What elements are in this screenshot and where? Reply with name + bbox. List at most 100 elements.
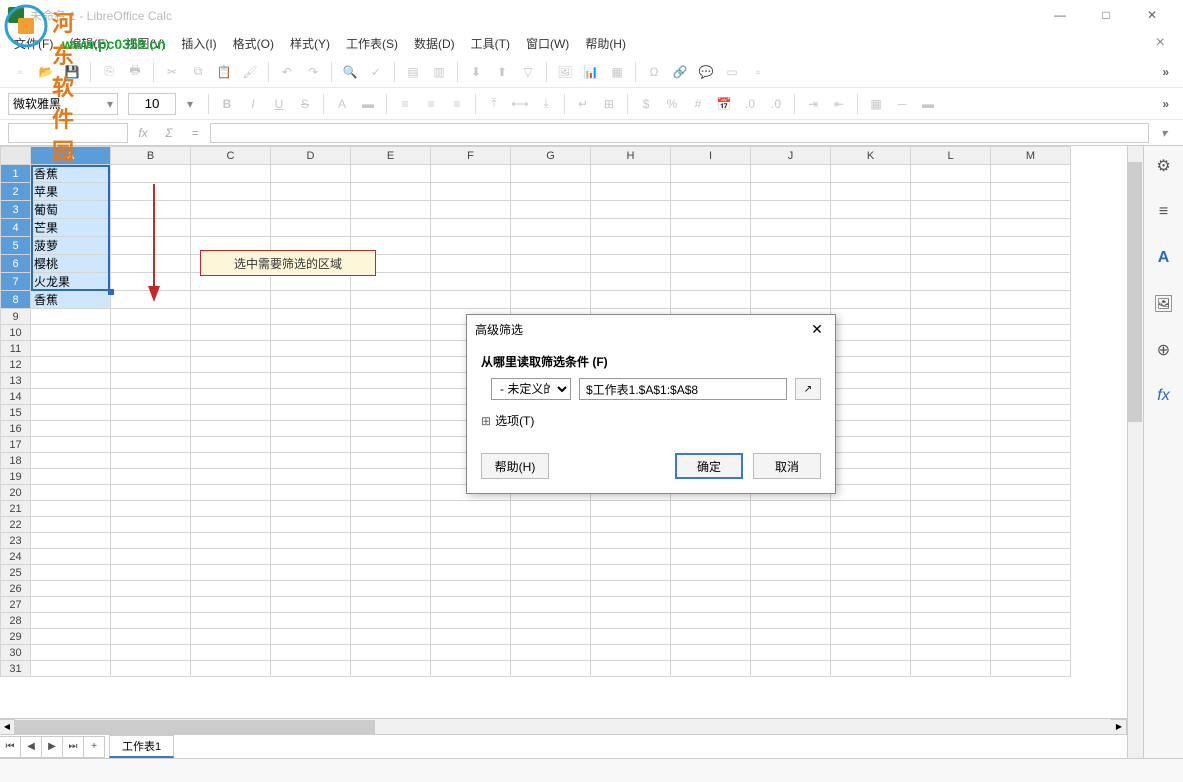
- cell[interactable]: [31, 405, 111, 421]
- define-print-icon[interactable]: ▫: [746, 60, 770, 84]
- cell[interactable]: [591, 565, 671, 581]
- sheet-tab[interactable]: 工作表1: [109, 735, 174, 758]
- row-header[interactable]: 20: [1, 485, 31, 501]
- find-icon[interactable]: 🔍: [338, 60, 362, 84]
- cell[interactable]: [191, 453, 271, 469]
- cell[interactable]: [671, 661, 751, 677]
- column-header[interactable]: K: [831, 147, 911, 165]
- cell[interactable]: [111, 325, 191, 341]
- cell[interactable]: [271, 453, 351, 469]
- cell[interactable]: [111, 629, 191, 645]
- cell[interactable]: [191, 165, 271, 183]
- copy-icon[interactable]: ⧉: [186, 60, 210, 84]
- border-color-icon[interactable]: ▬: [916, 92, 940, 116]
- cell[interactable]: [31, 661, 111, 677]
- cell[interactable]: [271, 581, 351, 597]
- cell[interactable]: [191, 219, 271, 237]
- cell[interactable]: [671, 613, 751, 629]
- cell[interactable]: [831, 237, 911, 255]
- toolbar-expand-icon[interactable]: »: [1156, 65, 1175, 79]
- cell[interactable]: [111, 549, 191, 565]
- cell[interactable]: 香蕉: [31, 165, 111, 183]
- cell[interactable]: [31, 629, 111, 645]
- cell[interactable]: [271, 421, 351, 437]
- cell[interactable]: [351, 357, 431, 373]
- cell[interactable]: [271, 565, 351, 581]
- row-header[interactable]: 28: [1, 613, 31, 629]
- cell[interactable]: [911, 629, 991, 645]
- row-header[interactable]: 8: [1, 291, 31, 309]
- cell[interactable]: [831, 405, 911, 421]
- cell[interactable]: [751, 613, 831, 629]
- cell[interactable]: [431, 517, 511, 533]
- cell[interactable]: [751, 629, 831, 645]
- font-name-input[interactable]: 微软雅黑▾: [8, 93, 118, 115]
- row-header[interactable]: 5: [1, 237, 31, 255]
- cell[interactable]: [831, 629, 911, 645]
- cell[interactable]: [271, 517, 351, 533]
- cell[interactable]: [671, 581, 751, 597]
- cell[interactable]: [911, 517, 991, 533]
- row-header[interactable]: 3: [1, 201, 31, 219]
- cell[interactable]: [271, 373, 351, 389]
- dialog-close-icon[interactable]: ✕: [807, 319, 827, 339]
- cell[interactable]: [991, 183, 1071, 201]
- cell[interactable]: [31, 533, 111, 549]
- menu-window[interactable]: 窗口(W): [518, 31, 577, 56]
- cell[interactable]: [671, 629, 751, 645]
- cell[interactable]: [831, 325, 911, 341]
- special-char-icon[interactable]: Ω: [642, 60, 666, 84]
- row-header[interactable]: 26: [1, 581, 31, 597]
- cell[interactable]: [991, 565, 1071, 581]
- cell[interactable]: [351, 501, 431, 517]
- cell[interactable]: [831, 183, 911, 201]
- cell[interactable]: [591, 645, 671, 661]
- row-header[interactable]: 16: [1, 421, 31, 437]
- ok-button[interactable]: 确定: [675, 453, 743, 479]
- cell[interactable]: [271, 533, 351, 549]
- cell[interactable]: [191, 485, 271, 501]
- cell[interactable]: [31, 325, 111, 341]
- menu-view[interactable]: 视图(V): [117, 31, 173, 56]
- cell[interactable]: [271, 325, 351, 341]
- cell[interactable]: 菠萝: [31, 237, 111, 255]
- cell[interactable]: [431, 237, 511, 255]
- cell[interactable]: [431, 201, 511, 219]
- row-header[interactable]: 21: [1, 501, 31, 517]
- cell[interactable]: [831, 661, 911, 677]
- cell[interactable]: [991, 291, 1071, 309]
- row-header[interactable]: 27: [1, 597, 31, 613]
- cell[interactable]: [31, 549, 111, 565]
- align-middle-icon[interactable]: ⟷: [508, 92, 532, 116]
- border-style-icon[interactable]: ─: [890, 92, 914, 116]
- cell[interactable]: [191, 309, 271, 325]
- cell[interactable]: [991, 237, 1071, 255]
- column-header[interactable]: E: [351, 147, 431, 165]
- help-button[interactable]: 帮助(H): [481, 453, 549, 479]
- cell[interactable]: [671, 237, 751, 255]
- cell[interactable]: [351, 549, 431, 565]
- cell[interactable]: [991, 613, 1071, 629]
- row-header[interactable]: 17: [1, 437, 31, 453]
- cell[interactable]: [991, 341, 1071, 357]
- cell[interactable]: [911, 469, 991, 485]
- cell[interactable]: [511, 581, 591, 597]
- cell[interactable]: [431, 565, 511, 581]
- cell[interactable]: [271, 661, 351, 677]
- clone-format-icon[interactable]: 🖌: [238, 60, 262, 84]
- cell[interactable]: [831, 373, 911, 389]
- cell[interactable]: [591, 291, 671, 309]
- vertical-scrollbar[interactable]: [1127, 146, 1143, 758]
- cell[interactable]: [671, 201, 751, 219]
- cell[interactable]: [191, 389, 271, 405]
- cell[interactable]: 苹果: [31, 183, 111, 201]
- cell[interactable]: [591, 581, 671, 597]
- cell[interactable]: [431, 661, 511, 677]
- cell[interactable]: [831, 341, 911, 357]
- align-top-icon[interactable]: ⤒: [482, 92, 506, 116]
- cell[interactable]: [191, 183, 271, 201]
- cell[interactable]: [431, 533, 511, 549]
- cell[interactable]: [911, 201, 991, 219]
- cell[interactable]: [991, 501, 1071, 517]
- cell[interactable]: [671, 597, 751, 613]
